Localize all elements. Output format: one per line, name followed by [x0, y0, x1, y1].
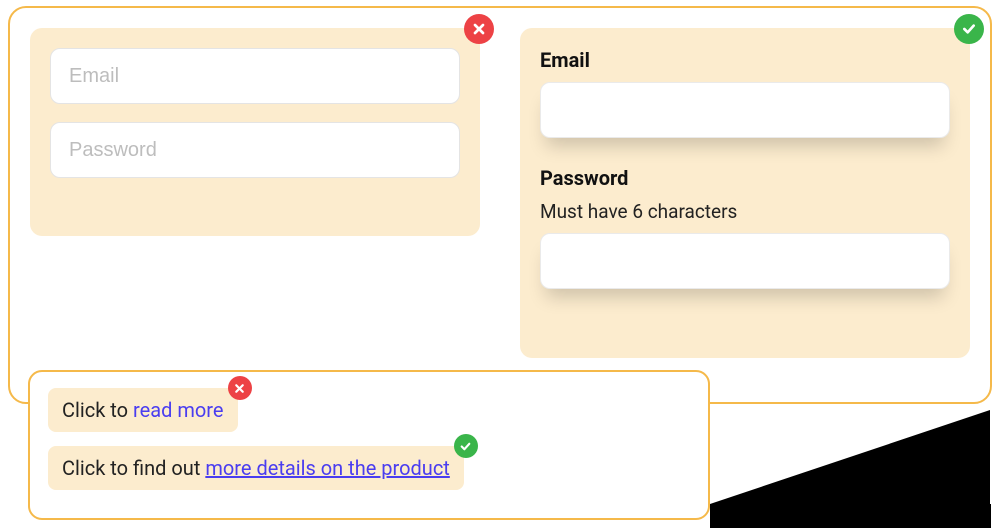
- password-hint: Must have 6 characters: [540, 200, 950, 223]
- x-icon: [464, 14, 494, 44]
- decorative-triangle: [710, 504, 991, 528]
- password-label: Password: [540, 166, 950, 190]
- bad-form-card: [30, 28, 480, 236]
- decorative-triangle: [710, 410, 990, 504]
- link-examples-container: Click to read more Click to find out mor…: [28, 370, 710, 520]
- check-icon: [454, 434, 478, 458]
- email-field[interactable]: [540, 82, 950, 138]
- password-field[interactable]: [540, 233, 950, 289]
- read-more-link[interactable]: read more: [133, 398, 223, 422]
- email-field[interactable]: [50, 48, 460, 104]
- email-label: Email: [540, 48, 950, 72]
- bad-link-prefix: Click to: [62, 398, 128, 422]
- bad-link-example: Click to read more: [48, 388, 238, 432]
- good-link-example: Click to find out more details on the pr…: [48, 446, 464, 490]
- password-field[interactable]: [50, 122, 460, 178]
- password-field-block: Password Must have 6 characters: [540, 166, 950, 289]
- good-link-prefix: Click to find out: [62, 456, 200, 480]
- product-details-link[interactable]: more details on the product: [205, 456, 450, 480]
- check-icon: [954, 14, 984, 44]
- x-icon: [228, 376, 252, 400]
- form-examples-container: Email Password Must have 6 characters: [8, 6, 992, 404]
- good-form-card: Email Password Must have 6 characters: [520, 28, 970, 358]
- email-field-block: Email: [540, 48, 950, 138]
